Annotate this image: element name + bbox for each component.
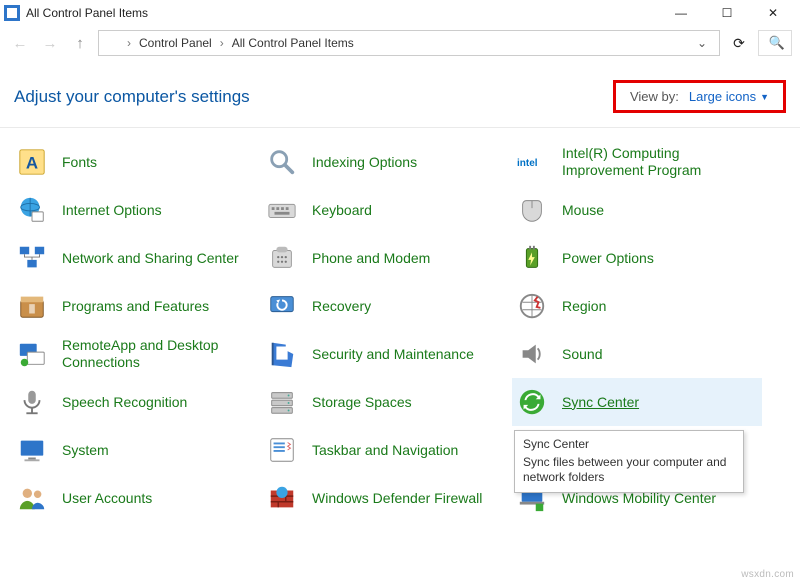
chevron-down-icon: ▼ [760,92,769,102]
view-by-value[interactable]: Large icons ▼ [689,89,769,104]
item-label: Intel(R) Computing Improvement Program [562,145,742,179]
item-taskbar-navigation[interactable]: Taskbar and Navigation [262,426,512,474]
item-intel-program[interactable]: intel Intel(R) Computing Improvement Pro… [512,138,762,186]
taskbar-icon [266,434,298,466]
programs-icon [16,290,48,322]
item-label: User Accounts [62,490,152,507]
network-icon [16,242,48,274]
item-power-options[interactable]: Power Options [512,234,762,282]
item-label: Fonts [62,154,97,171]
tooltip-sync-center: Sync Center Sync files between your comp… [514,430,744,493]
view-by-label: View by: [630,89,679,104]
chevron-right-icon: › [127,36,131,50]
phone-icon [266,242,298,274]
breadcrumb-root[interactable]: Control Panel [139,36,212,50]
item-network-sharing[interactable]: Network and Sharing Center [12,234,262,282]
tooltip-body: Sync files between your computer and net… [523,455,735,486]
back-button[interactable]: ← [8,31,32,55]
minimize-button[interactable]: — [658,0,704,26]
storage-icon [266,386,298,418]
item-label: Internet Options [62,202,162,219]
item-windows-defender-firewall[interactable]: Windows Defender Firewall [262,474,512,522]
keyboard-icon [266,194,298,226]
control-panel-icon [4,5,20,21]
window-title: All Control Panel Items [26,6,658,20]
power-icon [516,242,548,274]
item-mouse[interactable]: Mouse [512,186,762,234]
item-sound[interactable]: Sound [512,330,762,378]
watermark: wsxdn.com [741,569,794,580]
security-icon [266,338,298,370]
titlebar: All Control Panel Items — ☐ ✕ [0,0,800,26]
firewall-icon [266,482,298,514]
maximize-button[interactable]: ☐ [704,0,750,26]
internet-icon [16,194,48,226]
item-label: Keyboard [312,202,372,219]
chevron-right-icon: › [220,36,224,50]
item-label: Taskbar and Navigation [312,442,458,459]
view-by-value-text: Large icons [689,89,756,104]
item-programs-features[interactable]: Programs and Features [12,282,262,330]
sound-icon [516,338,548,370]
nav-bar: ← → ↑ › Control Panel › All Control Pane… [0,26,800,60]
remoteapp-icon [16,338,48,370]
item-internet-options[interactable]: Internet Options [12,186,262,234]
item-fonts[interactable]: A Fonts [12,138,262,186]
search-input[interactable]: 🔍 [758,30,792,56]
page-title: Adjust your computer's settings [14,87,250,107]
item-label: Programs and Features [62,298,209,315]
speech-icon [16,386,48,418]
breadcrumb-leaf[interactable]: All Control Panel Items [232,36,354,50]
refresh-button[interactable]: ⟳ [726,30,752,56]
recovery-icon [266,290,298,322]
item-user-accounts[interactable]: User Accounts [12,474,262,522]
item-remoteapp[interactable]: RemoteApp and Desktop Connections [12,330,262,378]
mouse-icon [516,194,548,226]
system-icon [16,434,48,466]
item-label: Region [562,298,606,315]
settings-header: Adjust your computer's settings View by:… [0,60,800,127]
tooltip-title: Sync Center [523,437,735,453]
item-security-maintenance[interactable]: Security and Maintenance [262,330,512,378]
item-label: RemoteApp and Desktop Connections [62,337,242,371]
close-button[interactable]: ✕ [750,0,796,26]
sync-icon [516,386,548,418]
item-sync-center[interactable]: Sync Center [512,378,762,426]
breadcrumb-icon [105,36,119,50]
item-label: Phone and Modem [312,250,430,267]
item-label: Indexing Options [312,154,417,171]
item-label: Security and Maintenance [312,346,474,363]
item-region[interactable]: Region [512,282,762,330]
item-system[interactable]: System [12,426,262,474]
item-label: System [62,442,109,459]
item-label: Recovery [312,298,371,315]
item-storage-spaces[interactable]: Storage Spaces [262,378,512,426]
item-label: Speech Recognition [62,394,187,411]
item-indexing-options[interactable]: Indexing Options [262,138,512,186]
item-label: Sync Center [562,394,639,411]
users-icon [16,482,48,514]
svg-text:intel: intel [517,158,538,169]
item-label: Windows Defender Firewall [312,490,482,507]
item-label: Power Options [562,250,654,267]
item-label: Network and Sharing Center [62,250,239,267]
item-recovery[interactable]: Recovery [262,282,512,330]
item-label: Storage Spaces [312,394,412,411]
indexing-icon [266,146,298,178]
item-label: Sound [562,346,602,363]
item-phone-modem[interactable]: Phone and Modem [262,234,512,282]
svg-text:A: A [26,154,38,173]
address-bar[interactable]: › Control Panel › All Control Panel Item… [98,30,720,56]
intel-icon: intel [516,146,548,178]
item-speech-recognition[interactable]: Speech Recognition [12,378,262,426]
chevron-down-icon[interactable]: ⌄ [697,36,707,50]
item-keyboard[interactable]: Keyboard [262,186,512,234]
fonts-icon: A [16,146,48,178]
view-by-selector[interactable]: View by: Large icons ▼ [613,80,786,113]
up-button[interactable]: ↑ [68,31,92,55]
forward-button[interactable]: → [38,31,62,55]
item-label: Mouse [562,202,604,219]
region-icon [516,290,548,322]
